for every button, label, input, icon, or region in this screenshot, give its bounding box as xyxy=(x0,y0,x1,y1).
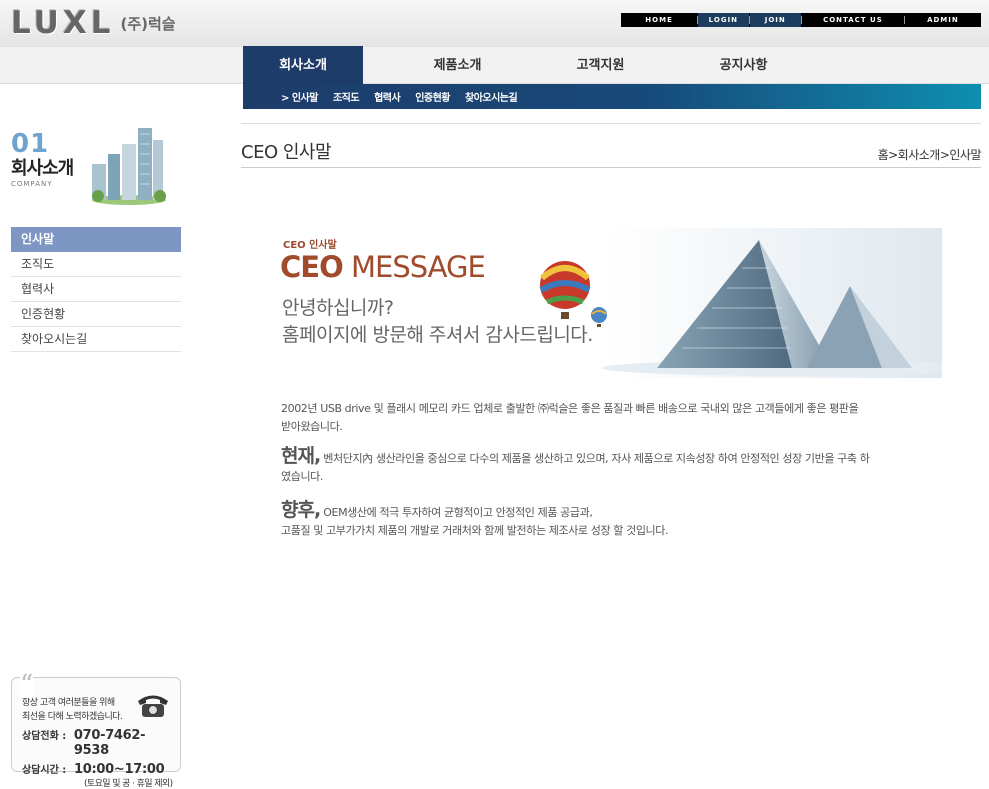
building-image xyxy=(92,128,166,205)
subnav-certification[interactable]: 인증현황 xyxy=(415,89,450,104)
phone-number: 070-7462-9538 xyxy=(73,728,146,758)
sidebar-section-title: 01 회사소개 COMPANY xyxy=(11,129,74,188)
nav-support[interactable]: 고객지원 xyxy=(529,46,672,84)
phone-row: 상담전화 : 070-7462-9538 xyxy=(22,727,180,758)
subnav-organization[interactable]: 조직도 xyxy=(333,89,360,104)
future-text-line1: OEM생산에 적극 투자하여 균형적이고 안정적인 제품 공급과, xyxy=(320,506,593,519)
divider xyxy=(241,123,981,124)
banner-greeting: 안녕하십니까? 홈페이지에 방문해 주셔서 감사드립니다. xyxy=(282,295,593,349)
section-title: 회사소개 xyxy=(11,158,74,179)
customer-contact-box: “ 항상 고객 여러분들을 위해 최선을 다해 노력하겠습니다. 상담전화 : … xyxy=(11,672,181,789)
nav-products[interactable]: 제품소개 xyxy=(386,46,529,84)
title-divider xyxy=(241,167,981,168)
banner-small-label: CEO 인사말 xyxy=(283,240,337,251)
utility-links: HOME LOGIN JOIN CONTACT US ADMIN xyxy=(621,13,981,27)
breadcrumb: 홈>회사소개>인사말 xyxy=(877,148,982,162)
section-subtitle: COMPANY xyxy=(11,180,53,188)
hours-label: 상담시간 : xyxy=(22,765,67,776)
logo-company-name: (주)럭슬 xyxy=(120,14,176,33)
sidebar-item-greeting[interactable]: 인사말 xyxy=(11,227,181,252)
main-navigation: 회사소개 제품소개 고객지원 공지사항 xyxy=(243,46,981,84)
nav-company[interactable]: 회사소개 xyxy=(243,46,363,84)
home-link[interactable]: HOME xyxy=(621,13,697,27)
sidebar-item-organization[interactable]: 조직도 xyxy=(11,252,181,277)
sidebar-item-certification[interactable]: 인증현황 xyxy=(11,302,181,327)
quote-icon: “ xyxy=(20,670,34,700)
present-paragraph: 현재, 벤처단지內 생산라인을 중심으로 다수의 제품을 생산하고 있으며, 자… xyxy=(281,447,871,486)
future-heading: 향후, xyxy=(281,499,321,521)
intro-paragraph: 2002년 USB drive 및 플래시 메모리 카드 업체로 출발한 ㈜럭슬… xyxy=(281,402,859,433)
sidebar-item-directions[interactable]: 찾아오시는길 xyxy=(11,327,181,352)
subnav-directions[interactable]: 찾아오시는길 xyxy=(465,89,518,104)
telephone-icon xyxy=(138,695,168,717)
subnav-partners[interactable]: 협력사 xyxy=(374,89,401,104)
contact-us-link[interactable]: CONTACT US xyxy=(802,13,904,27)
subnav-greeting[interactable]: > 인사말 xyxy=(281,89,318,104)
future-text-line2: 고품질 및 고부가가치 제품의 개발로 거래처와 함께 발전하는 제조사로 성장… xyxy=(281,524,669,537)
logo[interactable]: LUXL (주)럭슬 xyxy=(11,5,176,41)
banner-heading-bold: CEO xyxy=(280,250,344,284)
hours-value: 10:00~17:00 xyxy=(74,762,165,777)
section-number: 01 xyxy=(11,129,50,159)
phone-label: 상담전화 : xyxy=(22,731,67,742)
hours-note: (토요일 및 공 · 휴일 제외) xyxy=(84,779,173,789)
greeting-line2: 홈페이지에 방문해 주셔서 감사드립니다. xyxy=(282,324,593,346)
hours-row: 상담시간 : 10:00~17:00 xyxy=(22,761,180,777)
logo-wordmark: LUXL xyxy=(11,5,115,41)
join-link[interactable]: JOIN xyxy=(749,13,801,27)
present-text: 벤처단지內 생산라인을 중심으로 다수의 제품을 생산하고 있으며, 자사 제품… xyxy=(281,452,870,483)
login-link[interactable]: LOGIN xyxy=(698,13,749,27)
page-title: CEO 인사말 xyxy=(241,142,332,163)
sidebar-menu: 인사말 조직도 협력사 인증현황 찾아오시는길 xyxy=(11,227,181,352)
sub-navigation: > 인사말 조직도 협력사 인증현황 찾아오시는길 xyxy=(243,84,981,109)
admin-link[interactable]: ADMIN xyxy=(905,13,981,27)
nav-notice[interactable]: 공지사항 xyxy=(672,46,815,84)
present-heading: 현재, xyxy=(281,445,321,467)
banner-heading-rest: MESSAGE xyxy=(342,250,486,284)
banner-heading: CEO MESSAGE xyxy=(280,250,486,284)
future-paragraph: 향후, OEM생산에 적극 투자하여 균형적이고 안정적인 제품 공급과, 고품질… xyxy=(281,501,871,540)
greeting-line1: 안녕하십니까? xyxy=(282,297,394,319)
sidebar-item-partners[interactable]: 협력사 xyxy=(11,277,181,302)
